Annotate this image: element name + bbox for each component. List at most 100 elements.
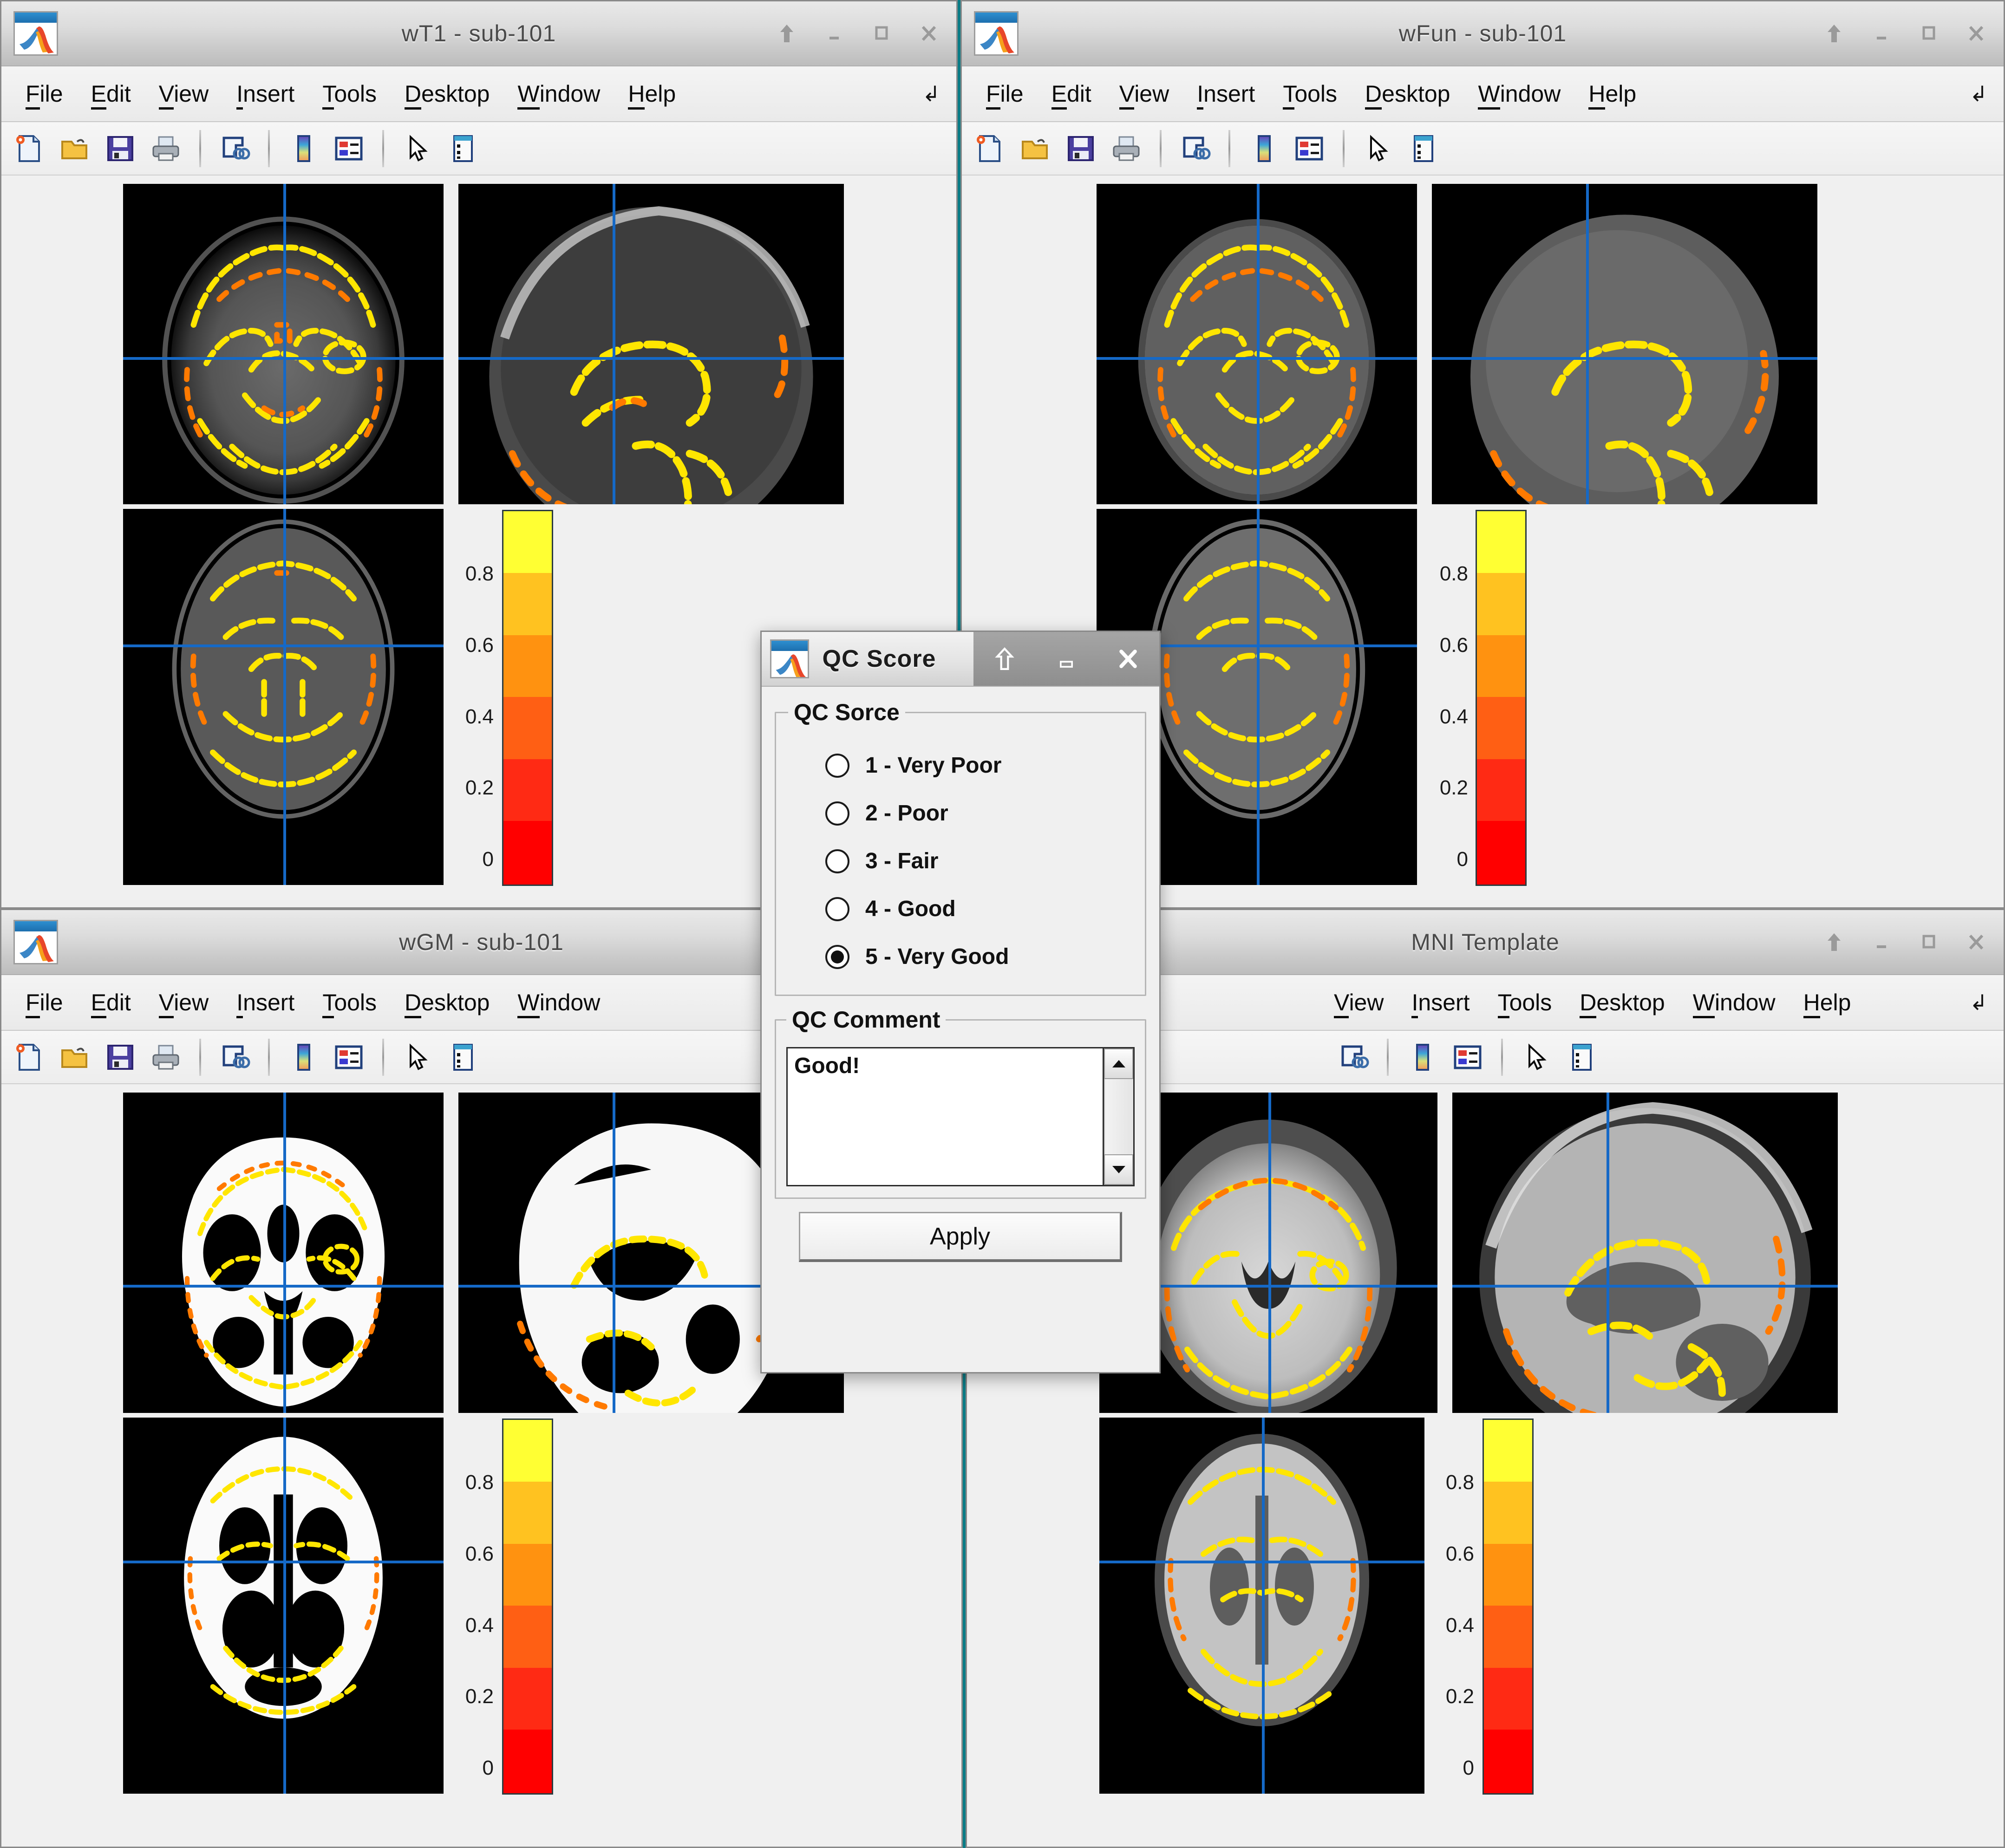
menu-overflow-arrow-icon[interactable]: ↳ <box>1970 81 1988 106</box>
print-figure-icon[interactable] <box>146 1038 185 1077</box>
menubar-wt1[interactable]: File Edit View Insert Tools Desktop Wind… <box>1 66 956 122</box>
radio-button[interactable] <box>825 801 849 826</box>
menu-window[interactable]: Window <box>1464 80 1574 110</box>
menu-edit[interactable]: Edit <box>77 80 145 110</box>
legend-icon[interactable] <box>329 129 368 168</box>
scroll-up-icon[interactable] <box>1104 1048 1133 1079</box>
menu-window[interactable]: Window <box>503 989 614 1018</box>
menu-desktop[interactable]: Desktop <box>1351 80 1464 110</box>
scrollbar-track[interactable] <box>1104 1079 1133 1154</box>
qc-option-1[interactable]: 1 - Very Poor <box>788 742 1133 789</box>
menu-help[interactable]: Help <box>614 80 690 110</box>
brain-view-sagittal[interactable] <box>458 184 844 504</box>
print-figure-icon[interactable] <box>146 129 185 168</box>
menu-desktop[interactable]: Desktop <box>1566 989 1678 1018</box>
close-icon[interactable] <box>1965 928 1988 956</box>
minimize-icon[interactable] <box>1870 20 1893 47</box>
property-inspector-icon[interactable] <box>1562 1038 1601 1077</box>
brain-view-axial[interactable] <box>123 1418 444 1794</box>
brain-view-coronal[interactable] <box>1097 184 1417 504</box>
menu-view[interactable]: View <box>145 80 222 110</box>
window-controls[interactable] <box>775 1 940 65</box>
menu-view[interactable]: View <box>1105 80 1183 110</box>
toolbar-wt1[interactable] <box>1 122 956 176</box>
menu-insert[interactable]: Insert <box>1398 989 1483 1018</box>
brain-view-coronal[interactable] <box>123 1093 444 1413</box>
qc-comment-scrollbar[interactable] <box>1103 1048 1133 1185</box>
menu-insert[interactable]: Insert <box>222 989 308 1018</box>
link-plot-icon[interactable] <box>1334 1038 1373 1077</box>
close-icon[interactable] <box>1965 20 1988 47</box>
maximize-icon[interactable] <box>1917 928 1940 956</box>
radio-button[interactable] <box>825 849 849 873</box>
print-figure-icon[interactable] <box>1107 129 1146 168</box>
pointer-icon[interactable] <box>398 1038 437 1077</box>
qc-comment-input[interactable]: Good! <box>786 1047 1135 1186</box>
legend-icon[interactable] <box>1290 129 1329 168</box>
menu-file[interactable]: File <box>12 80 77 110</box>
property-inspector-icon[interactable] <box>444 129 483 168</box>
menu-tools[interactable]: Tools <box>1269 80 1351 110</box>
scroll-down-icon[interactable] <box>1104 1154 1133 1185</box>
qc-option-4[interactable]: 4 - Good <box>788 885 1133 933</box>
menu-insert[interactable]: Insert <box>1183 80 1269 110</box>
qc-score-dialog[interactable]: QC Score QC Sorce 1 - Very Poor 2 - Poor… <box>760 631 1161 1373</box>
titlebar-wfun[interactable]: wFun - sub-101 <box>962 1 2004 66</box>
close-icon[interactable] <box>917 20 940 47</box>
menu-help[interactable]: Help <box>1789 989 1865 1018</box>
menu-window[interactable]: Window <box>1679 989 1789 1018</box>
legend-icon[interactable] <box>1448 1038 1487 1077</box>
window-controls[interactable] <box>1822 1 1988 65</box>
save-figure-icon[interactable] <box>101 1038 140 1077</box>
colorbar-icon[interactable] <box>284 1038 323 1077</box>
qc-option-3[interactable]: 3 - Fair <box>788 837 1133 885</box>
maximize-icon[interactable] <box>1917 20 1940 47</box>
colorbar-icon[interactable] <box>1244 129 1283 168</box>
menu-tools[interactable]: Tools <box>1484 989 1566 1018</box>
brain-view-axial[interactable] <box>123 509 444 885</box>
brain-view-coronal[interactable] <box>123 184 444 504</box>
new-figure-icon[interactable] <box>10 129 49 168</box>
menu-tools[interactable]: Tools <box>308 989 391 1018</box>
menu-overflow-arrow-icon[interactable]: ↳ <box>1970 990 1988 1015</box>
menu-insert[interactable]: Insert <box>222 80 308 110</box>
toolbar-wfun[interactable] <box>962 122 2004 176</box>
radio-button[interactable] <box>825 897 849 921</box>
menu-tools[interactable]: Tools <box>308 80 391 110</box>
open-file-icon[interactable] <box>1016 129 1055 168</box>
minimize-icon[interactable] <box>823 20 846 47</box>
radio-button[interactable] <box>825 944 849 969</box>
pointer-icon[interactable] <box>398 129 437 168</box>
menu-view[interactable]: View <box>145 989 222 1018</box>
minimize-icon[interactable] <box>1870 928 1893 956</box>
apply-button[interactable]: Apply <box>799 1212 1122 1262</box>
dock-icon[interactable] <box>775 20 798 47</box>
property-inspector-icon[interactable] <box>1404 129 1443 168</box>
brain-view-sagittal[interactable] <box>1432 184 1817 504</box>
qc-dialog-controls[interactable] <box>973 632 1159 686</box>
dock-icon[interactable] <box>1822 928 1846 956</box>
window-controls[interactable] <box>1822 910 1988 974</box>
minimize-icon[interactable] <box>1055 645 1078 673</box>
menu-file[interactable]: File <box>972 80 1038 110</box>
colorbar-icon[interactable] <box>284 129 323 168</box>
open-file-icon[interactable] <box>55 1038 94 1077</box>
menu-overflow-arrow-icon[interactable]: ↳ <box>922 81 940 106</box>
qc-comment-value[interactable]: Good! <box>788 1048 1103 1185</box>
pointer-icon[interactable] <box>1517 1038 1556 1077</box>
menu-view[interactable]: View <box>1320 989 1398 1018</box>
property-inspector-icon[interactable] <box>444 1038 483 1077</box>
menu-desktop[interactable]: Desktop <box>391 80 503 110</box>
dock-icon[interactable] <box>1822 20 1846 47</box>
qc-option-5[interactable]: 5 - Very Good <box>788 933 1133 981</box>
menu-file[interactable]: File <box>12 989 77 1018</box>
qc-option-2[interactable]: 2 - Poor <box>788 789 1133 837</box>
link-plot-icon[interactable] <box>215 1038 254 1077</box>
menu-window[interactable]: Window <box>503 80 614 110</box>
link-plot-icon[interactable] <box>215 129 254 168</box>
close-icon[interactable] <box>1117 645 1140 673</box>
qc-dialog-titlebar[interactable]: QC Score <box>762 632 1159 687</box>
dock-icon[interactable] <box>993 645 1016 673</box>
menu-edit[interactable]: Edit <box>77 989 145 1018</box>
radio-button[interactable] <box>825 753 849 778</box>
